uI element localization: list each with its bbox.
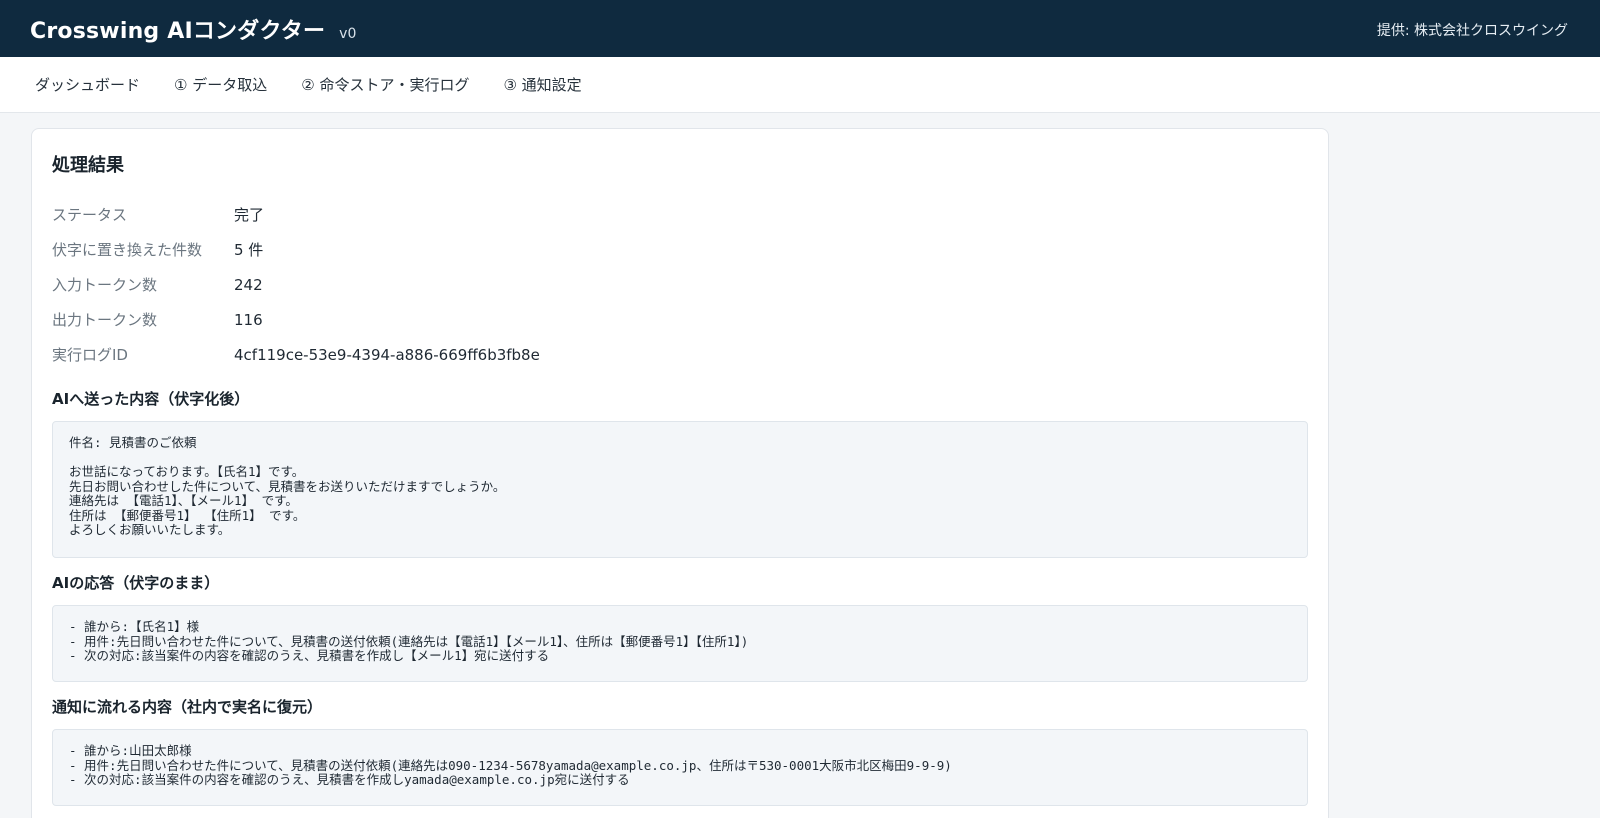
info-label: 入力トークン数 (52, 276, 158, 294)
info-row-input-tokens: 入力トークン数 242 (52, 267, 1308, 302)
provider-label: 提供: 株式会社クロスウイング (1376, 23, 1568, 39)
ai-response-box: - 誰から:【氏名1】様 - 用件:先日問い合わせた件について、見積書の送付依頼… (52, 605, 1308, 682)
info-value: 完了 (234, 206, 265, 224)
app-title: Crosswing AIコンダクター (30, 18, 326, 44)
info-value: 116 (234, 310, 263, 329)
notification-content-box: - 誰から:山田太郎様 - 用件:先日問い合わせた件について、見積書の送付依頼(… (52, 729, 1308, 806)
info-value: 5 件 (234, 241, 264, 259)
info-label: 実行ログID (52, 346, 128, 364)
top-bar: Crosswing AIコンダクター v0 提供: 株式会社クロスウイング (0, 0, 1600, 57)
main-nav: ダッシュボード ① データ取込 ② 命令ストア・実行ログ ③ 通知設定 (0, 57, 1600, 113)
nav-command-store-log[interactable]: ② 命令ストア・実行ログ (301, 74, 469, 95)
sent-content-title: AIへ送った内容（伏字化後） (52, 390, 250, 408)
result-title: 処理結果 (52, 155, 124, 176)
nav-dashboard[interactable]: ダッシュボード (35, 74, 140, 95)
notification-content-title: 通知に流れる内容（社内で実名に復元） (52, 698, 323, 716)
brand[interactable]: Crosswing AIコンダクター v0 (30, 13, 356, 45)
nav-data-import[interactable]: ① データ取込 (174, 74, 267, 95)
info-value: 4cf119ce-53e9-4394-a886-669ff6b3fb8e (234, 345, 540, 364)
info-row-log-id: 実行ログID 4cf119ce-53e9-4394-a886-669ff6b3f… (52, 337, 1308, 372)
info-label: 伏字に置き換えた件数 (52, 241, 203, 259)
result-card: 処理結果 ステータス 完了 伏字に置き換えた件数 5 件 入力トークン数 242… (31, 128, 1329, 818)
info-row-output-tokens: 出力トークン数 116 (52, 302, 1308, 337)
ai-response-title: AIの応答（伏字のまま） (52, 574, 220, 592)
nav-notification-settings[interactable]: ③ 通知設定 (503, 74, 581, 95)
info-row-masked-count: 伏字に置き換えた件数 5 件 (52, 232, 1308, 267)
info-row-status: ステータス 完了 (52, 197, 1308, 232)
sent-content-box: 件名: 見積書のご依頼 お世話になっております。【氏名1】です。 先日お問い合わ… (52, 421, 1308, 558)
info-label: 出力トークン数 (52, 311, 158, 329)
info-value: 242 (234, 275, 263, 294)
app-version: v0 (339, 25, 357, 42)
info-label: ステータス (52, 206, 128, 224)
